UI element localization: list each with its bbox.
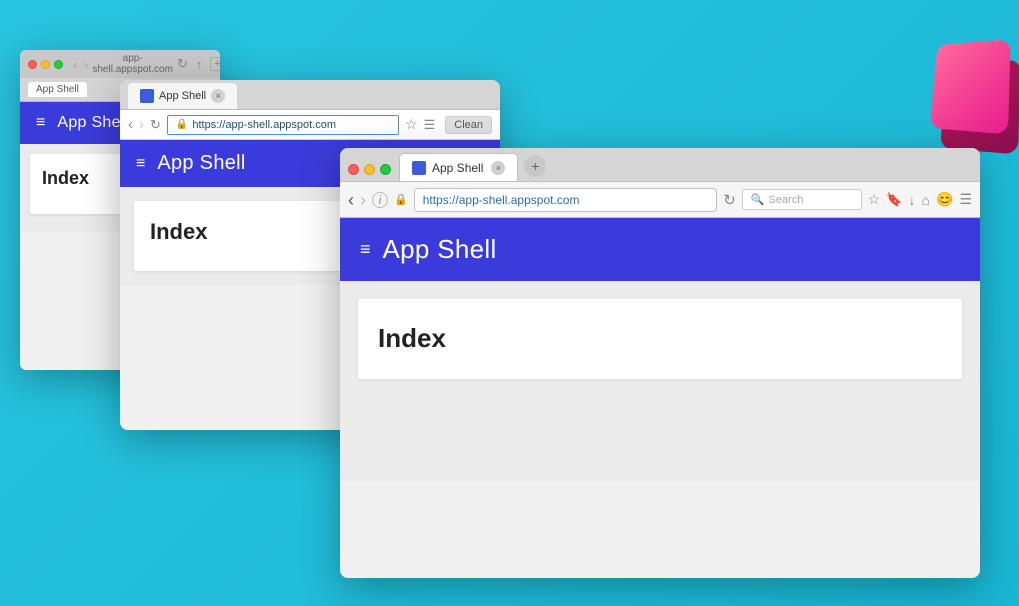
nav-buttons-1: ‹ › — [73, 56, 88, 72]
app-title-3: App Shell — [383, 234, 497, 265]
url-text-3: https://app-shell.appspot.com — [423, 193, 580, 207]
url-box-3[interactable]: https://app-shell.appspot.com — [414, 188, 718, 212]
info-icon-3[interactable]: i — [372, 192, 388, 208]
tab-label-3: App Shell — [432, 161, 483, 175]
address-bar-3: ‹ › i 🔒 https://app-shell.appspot.com ↻ … — [340, 182, 980, 218]
tab-favicon-2 — [140, 89, 154, 103]
newtab-icon-1[interactable]: + — [210, 57, 220, 71]
reload-icon-1[interactable]: ↻ — [177, 56, 188, 72]
url-display-1: app-shell.appspot.com — [92, 53, 173, 75]
page-index-label-1: Index — [42, 168, 89, 188]
traffic-light-green-3[interactable] — [380, 164, 391, 175]
smiley-btn-3[interactable]: 😊 — [936, 191, 953, 208]
traffic-light-red-1[interactable] — [28, 60, 37, 69]
forward-btn-3[interactable]: › — [360, 191, 366, 209]
back-btn-3[interactable]: ‹ — [348, 191, 354, 209]
forward-btn-2[interactable]: › — [139, 116, 144, 133]
new-tab-btn-3[interactable]: + — [524, 155, 546, 177]
url-box-2[interactable]: 🔒 https://app-shell.appspot.com — [167, 115, 399, 135]
traffic-light-yellow-3[interactable] — [364, 164, 375, 175]
app-title-2: App Shell — [157, 152, 245, 175]
app-header-3: ≡ App Shell — [340, 218, 980, 281]
app-content-3: Index — [340, 281, 980, 481]
hamburger-icon-2[interactable]: ≡ — [136, 155, 145, 173]
titlebar-1: ‹ › app-shell.appspot.com ↻ ↑ + — [20, 50, 220, 78]
tab-close-3[interactable]: × — [491, 161, 505, 175]
download-btn-3[interactable]: ↓ — [909, 192, 916, 208]
tab-label-2: App Shell — [159, 90, 206, 102]
app-title-1: App Shell — [57, 114, 128, 132]
lock-icon-2: 🔒 — [176, 119, 188, 130]
clean-button-2[interactable]: Clean — [445, 116, 492, 134]
back-icon-1[interactable]: ‹ — [73, 56, 78, 72]
page-index-label-2: Index — [150, 219, 207, 244]
menu-icon-2[interactable]: ☰ — [424, 117, 436, 133]
share-icon-1[interactable]: ↑ — [196, 57, 203, 72]
address-bar-2: ‹ › ↻ 🔒 https://app-shell.appspot.com ☆ … — [120, 110, 500, 140]
traffic-light-red-3[interactable] — [348, 164, 359, 175]
reload-btn-3[interactable]: ↻ — [723, 191, 736, 209]
hamburger-icon-3[interactable]: ≡ — [360, 239, 371, 260]
bookmark-btn-3[interactable]: 🔖 — [886, 192, 902, 208]
browser-window-3: App Shell × + ‹ › i 🔒 https://app-shell.… — [340, 148, 980, 578]
new-tab-area-2 — [241, 89, 301, 109]
traffic-light-green-1[interactable] — [54, 60, 63, 69]
tab-bar-3: App Shell × + — [340, 148, 980, 182]
hamburger-icon-1[interactable]: ≡ — [36, 114, 45, 132]
tab-bar-2: App Shell × — [120, 80, 500, 110]
search-icon-3: 🔍 — [751, 193, 765, 206]
traffic-light-yellow-1[interactable] — [41, 60, 50, 69]
tab-close-2[interactable]: × — [211, 89, 225, 103]
active-tab-2[interactable]: App Shell × — [128, 83, 237, 109]
tab-favicon-3 — [412, 161, 426, 175]
forward-icon-1[interactable]: › — [84, 56, 89, 72]
traffic-lights-3 — [348, 164, 399, 181]
page-index-label-3: Index — [378, 323, 446, 353]
star-icon-2[interactable]: ☆ — [405, 116, 418, 133]
star-btn-3[interactable]: ☆ — [868, 191, 881, 208]
menu-btn-3[interactable]: ☰ — [959, 191, 972, 208]
home-btn-3[interactable]: ⌂ — [922, 192, 930, 208]
active-tab-3[interactable]: App Shell × — [399, 153, 518, 181]
search-box-3[interactable]: 🔍 Search — [742, 189, 862, 210]
content-card-3: Index — [358, 299, 962, 379]
search-placeholder-3: Search — [768, 194, 803, 206]
tab-label-1[interactable]: App Shell — [28, 82, 87, 97]
back-btn-2[interactable]: ‹ — [128, 116, 133, 133]
reload-btn-2[interactable]: ↻ — [150, 117, 161, 133]
lock-icon-3: 🔒 — [394, 193, 408, 206]
traffic-lights-1 — [28, 60, 63, 69]
url-text-2: https://app-shell.appspot.com — [192, 119, 336, 131]
